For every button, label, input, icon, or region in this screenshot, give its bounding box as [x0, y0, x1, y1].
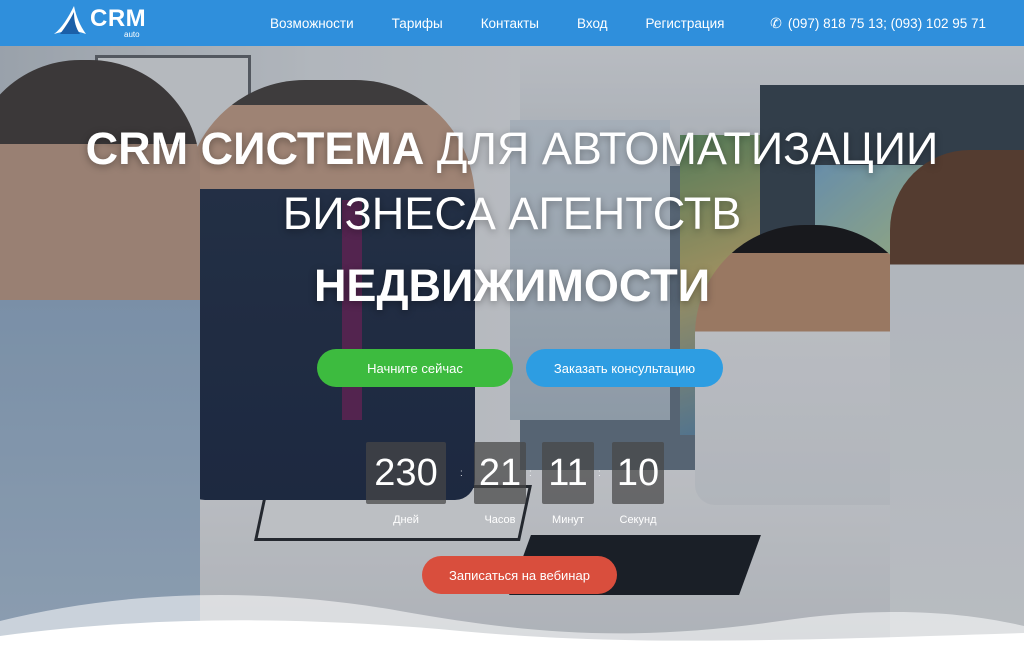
- timer-days-label: Дней: [393, 514, 419, 526]
- timer-minutes-label: Минут: [552, 514, 584, 526]
- headline-line-3: НЕДВИЖИМОСТИ: [313, 260, 711, 311]
- logo[interactable]: CRM auto: [52, 4, 152, 42]
- hero-headline: CRM СИСТЕМА ДЛЯ АВТОМАТИЗАЦИИ БИЗНЕСА АГ…: [0, 120, 1024, 322]
- main-nav: Возможности Тарифы Контакты Вход Регистр…: [270, 0, 762, 46]
- timer-hours: 21 Часов: [468, 442, 532, 526]
- logo-subtext: auto: [124, 30, 140, 39]
- timer-separator: :: [529, 468, 532, 479]
- headline-line-2: БИЗНЕСА АГЕНТСТВ: [282, 188, 742, 239]
- nav-pricing[interactable]: Тарифы: [392, 16, 443, 31]
- timer-minutes-value: 11: [542, 442, 594, 504]
- start-now-button[interactable]: Начните сейчас: [317, 349, 513, 387]
- nav-register[interactable]: Регистрация: [646, 16, 725, 31]
- timer-seconds-label: Секунд: [619, 514, 657, 526]
- timer-hours-label: Часов: [484, 514, 516, 526]
- logo-text: CRM: [90, 5, 147, 32]
- countdown-timer: 230 Дней : 21 Часов : 11 Минут : 10 Секу…: [366, 442, 674, 542]
- order-consultation-button[interactable]: Заказать консультацию: [526, 349, 723, 387]
- phone-icon: ✆: [770, 14, 782, 31]
- logo-mark-icon: [54, 6, 86, 34]
- phone-numbers: (097) 818 75 13; (093) 102 95 71: [787, 15, 986, 31]
- timer-seconds-value: 10: [612, 442, 664, 504]
- phone-contact[interactable]: ✆ (097) 818 75 13; (093) 102 95 71: [770, 0, 986, 46]
- nav-login[interactable]: Вход: [577, 16, 608, 31]
- timer-days-value: 230: [366, 442, 446, 504]
- timer-separator: :: [460, 468, 463, 479]
- headline-line-1: CRM СИСТЕМА ДЛЯ АВТОМАТИЗАЦИИ: [0, 120, 1024, 178]
- timer-separator: :: [598, 468, 601, 479]
- timer-seconds: 10 Секунд: [606, 442, 670, 526]
- webinar-signup-button[interactable]: Записаться на вебинар: [422, 556, 617, 594]
- timer-minutes: 11 Минут: [536, 442, 600, 526]
- nav-contacts[interactable]: Контакты: [481, 16, 539, 31]
- hero-section: CRM СИСТЕМА ДЛЯ АВТОМАТИЗАЦИИ БИЗНЕСА АГ…: [0, 46, 1024, 651]
- top-header: CRM auto Возможности Тарифы Контакты Вхо…: [0, 0, 1024, 46]
- headline-light: ДЛЯ АВТОМАТИЗАЦИИ: [436, 123, 939, 174]
- timer-days: 230 Дней: [366, 442, 446, 526]
- headline-bold: CRM СИСТЕМА: [85, 123, 425, 174]
- timer-hours-value: 21: [474, 442, 526, 504]
- nav-features[interactable]: Возможности: [270, 16, 354, 31]
